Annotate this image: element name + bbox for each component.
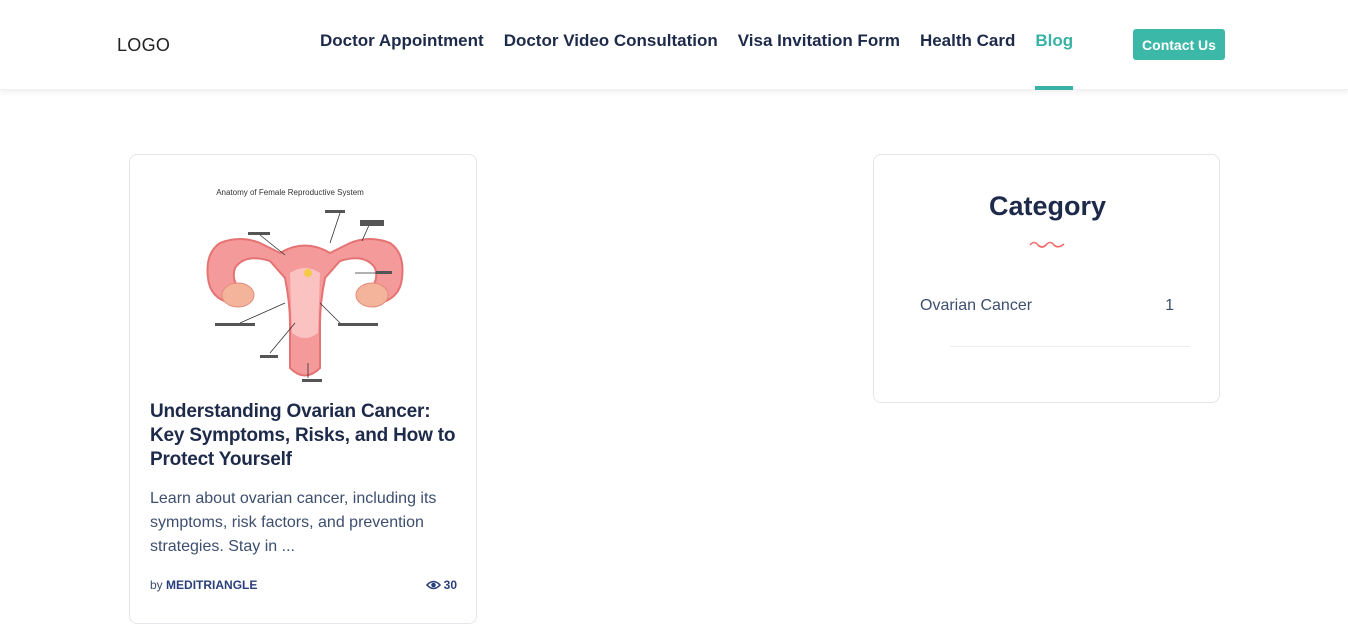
category-sidebar: Category Ovarian Cancer 1 (873, 154, 1220, 403)
logo[interactable]: LOGO (117, 35, 170, 56)
post-title[interactable]: Understanding Ovarian Cancer: Key Sympto… (150, 400, 462, 472)
category-name: Ovarian Cancer (920, 297, 1033, 314)
image-caption: Anatomy of Female Reproductive System (216, 188, 364, 197)
category-count: 1 (1165, 297, 1174, 314)
sidebar-title: Category (988, 191, 1107, 221)
by-label: by (150, 578, 163, 592)
nav-doctor-appointment[interactable]: Doctor Appointment (310, 0, 494, 90)
blog-post-card[interactable]: Anatomy of Female Reproductive System Un… (129, 154, 477, 624)
nav-health-card[interactable]: Health Card (910, 0, 1025, 90)
post-views: 30 (425, 578, 457, 592)
contact-us-button[interactable]: Contact Us (1133, 29, 1225, 60)
eye-icon (425, 580, 441, 590)
post-byline: by MEDITRIANGLE (150, 578, 257, 592)
nav-doctor-video-consultation[interactable]: Doctor Video Consultation (494, 0, 728, 90)
post-excerpt: Learn about ovarian cancer, including it… (150, 490, 437, 555)
squiggle-divider-icon (1029, 241, 1065, 248)
post-meta: by MEDITRIANGLE 30 (150, 578, 457, 592)
nav-visa-invitation-form[interactable]: Visa Invitation Form (728, 0, 910, 90)
views-count: 30 (443, 578, 457, 592)
uterus-diagram-icon[interactable]: Anatomy of Female Reproductive System (190, 183, 420, 393)
category-item-ovarian-cancer[interactable]: Ovarian Cancer 1 (920, 297, 1174, 315)
nav-blog[interactable]: Blog (1025, 0, 1083, 90)
post-author[interactable]: MEDITRIANGLE (166, 578, 257, 592)
category-divider (950, 346, 1190, 347)
site-header: LOGO Doctor Appointment Doctor Video Con… (0, 0, 1348, 90)
main-nav: Doctor Appointment Doctor Video Consulta… (310, 0, 1083, 90)
